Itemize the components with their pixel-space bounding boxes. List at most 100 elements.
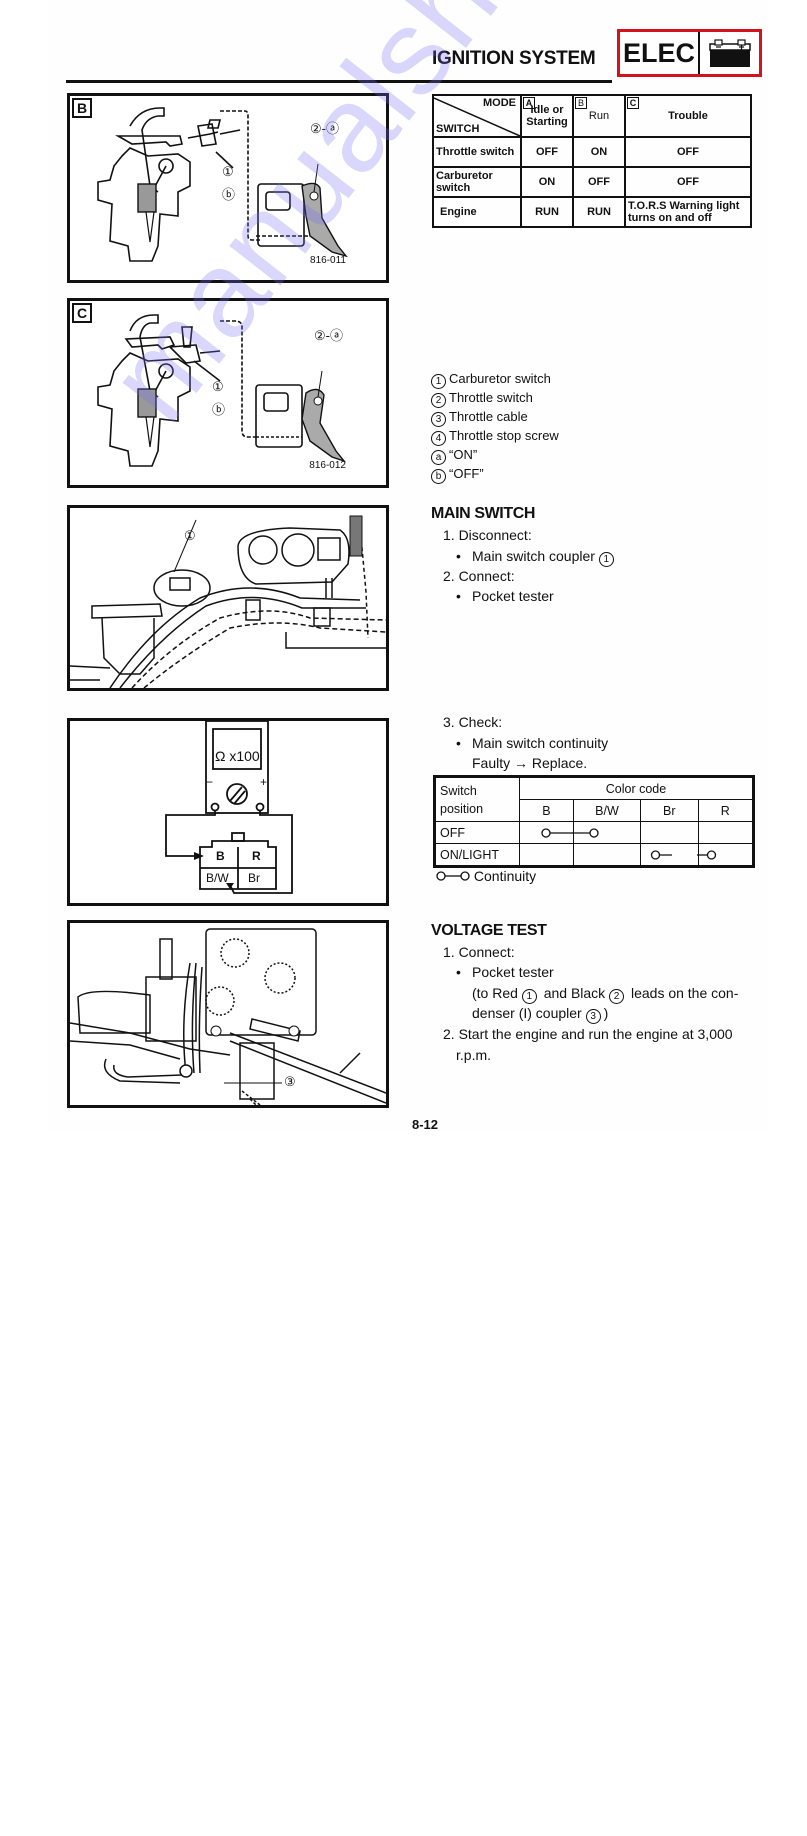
column-header: B	[519, 799, 574, 822]
switch-mode-table: MODE SWITCH A Idle or Starting B Run C T…	[432, 94, 752, 228]
pin-label-b: B	[216, 849, 225, 863]
legend-text: Carburetor switch	[449, 371, 551, 386]
callout-3: ③	[284, 1074, 296, 1089]
column-label: Run	[588, 110, 610, 122]
callout-marker: 2	[609, 989, 625, 1004]
column-header: B/W	[572, 799, 642, 822]
table-cell: RUN	[572, 196, 626, 228]
step-connect-detail: (to Red 1 and Black 2 leads on the con-	[472, 983, 738, 1004]
column-label: Trouble	[668, 110, 708, 122]
continuity-cell	[640, 821, 699, 844]
pin-label-bw: B/W	[206, 871, 229, 885]
step-check: 3. Check:	[443, 714, 503, 730]
figure-pocket-tester-continuity: Ω x100 − + B R B/W Br	[67, 718, 389, 906]
figure-c-carburetor-run: C ②-ⓐ ① ⓑ 816-012	[67, 298, 389, 488]
continuity-cell	[640, 843, 699, 867]
callout-marker: 3	[585, 1009, 601, 1024]
callout-marker: a	[431, 450, 446, 465]
column-header: R	[697, 799, 755, 822]
step-disconnect: 1. Disconnect:	[443, 527, 532, 543]
callout-b: ⓑ	[212, 402, 226, 417]
continuity-cell	[697, 821, 755, 844]
legend-item: 1 Carburetor switch	[431, 370, 559, 389]
continuity-wire	[541, 827, 574, 838]
continuity-wire	[650, 849, 673, 860]
pin-label-r: R	[252, 849, 261, 863]
continuity-wire	[571, 827, 599, 838]
legend-item: 2 Throttle switch	[431, 389, 559, 408]
callout-marker: b	[431, 469, 446, 484]
step-connect-item: Pocket tester	[456, 962, 554, 982]
callout-1: ①	[184, 528, 196, 543]
voltage-test-heading: VOLTAGE TEST	[431, 922, 547, 939]
step-check-note: Faulty → Replace.	[472, 755, 588, 771]
legend-text: Throttle stop screw	[449, 428, 559, 443]
legend-text: Throttle switch	[449, 390, 533, 405]
table-cell: OFF	[520, 136, 574, 168]
column-letter: B	[575, 97, 587, 109]
callout-2-a: ②-ⓐ	[314, 328, 343, 343]
table-cell: RUN	[520, 196, 574, 228]
page-number: 8-12	[412, 1117, 439, 1132]
callout-legend: 1 Carburetor switch 2 Throttle switch 3 Thr…	[431, 370, 559, 484]
detail-text: (to Red	[472, 985, 518, 1001]
figure-condenser-coupler: ③	[67, 920, 389, 1108]
row-label: Carburetor switch	[432, 166, 522, 198]
step-start-engine-cont: r.p.m.	[456, 1047, 492, 1063]
table-row: Carburetor switch ON OFF OFF	[432, 166, 752, 198]
table-row: Throttle switch OFF ON OFF	[432, 136, 752, 168]
continuity-cell	[519, 821, 574, 844]
continuity-terminal	[650, 849, 661, 860]
step-connect: 1. Connect:	[443, 944, 515, 960]
row-label: ON/LIGHT	[434, 843, 520, 867]
figure-code: 816-011	[310, 255, 346, 266]
callout-1: ①	[222, 164, 234, 179]
continuity-wire	[696, 849, 716, 860]
corner-header-cell: MODE SWITCH	[432, 94, 522, 138]
callout-marker: 3	[431, 412, 446, 427]
continuity-legend: Continuity	[436, 868, 536, 884]
main-switch-wiring-illustration	[70, 515, 386, 688]
row-label: Throttle switch	[432, 136, 522, 168]
column-header-idle: A Idle or Starting	[520, 94, 574, 138]
continuity-cell	[519, 843, 574, 867]
elec-label: ELEC	[620, 32, 700, 74]
table-cell: OFF	[624, 166, 752, 198]
callout-marker: 2	[431, 393, 446, 408]
meter-plus-label: +	[260, 775, 268, 789]
continuity-terminal	[541, 827, 551, 838]
figure-b-carburetor-idle: B ②-ⓐ ① ⓑ 816-011	[67, 93, 389, 283]
table-row: ON/LIGHT	[434, 843, 755, 867]
figure-code: 816-012	[309, 460, 346, 471]
table-cell: ON	[572, 136, 626, 168]
meter-minus-label: −	[206, 775, 214, 789]
row-label: Engine	[432, 196, 522, 228]
main-switch-heading: MAIN SWITCH	[431, 505, 536, 522]
step-connect-detail: denser (I) coupler 3)	[472, 1003, 608, 1024]
legend-text: “OFF”	[449, 466, 484, 481]
continuity-cell	[571, 821, 642, 844]
callout-marker: 4	[431, 431, 446, 446]
battery-icon	[700, 32, 759, 74]
header-rule	[66, 80, 612, 83]
condenser-coupler-illustration	[70, 928, 386, 1105]
step-start-engine: 2. Start the engine and run the engine a…	[443, 1026, 733, 1042]
column-header: Br	[640, 799, 699, 822]
legend-item: b “OFF”	[431, 465, 559, 484]
legend-item: 3 Throttle cable	[431, 408, 559, 427]
table-cell: OFF	[624, 136, 752, 168]
figure-letter: B	[72, 98, 92, 118]
figure-letter: C	[72, 303, 92, 323]
callout-marker: 1	[598, 552, 614, 567]
callout-marker: 1	[431, 374, 446, 389]
item-text: Main switch coupler	[472, 548, 595, 564]
continuity-cell	[696, 843, 755, 867]
elec-badge: ELEC	[617, 29, 762, 77]
detail-text: leads on the con-	[630, 985, 739, 1001]
corner-switch-label: SWITCH	[436, 123, 480, 135]
corner-mode-label: MODE	[483, 97, 516, 109]
callout-2-a: ②-ⓐ	[310, 121, 339, 136]
pin-label-br: Br	[248, 871, 260, 885]
legend-item: a “ON”	[431, 446, 559, 465]
detail-text: )	[603, 1005, 609, 1021]
